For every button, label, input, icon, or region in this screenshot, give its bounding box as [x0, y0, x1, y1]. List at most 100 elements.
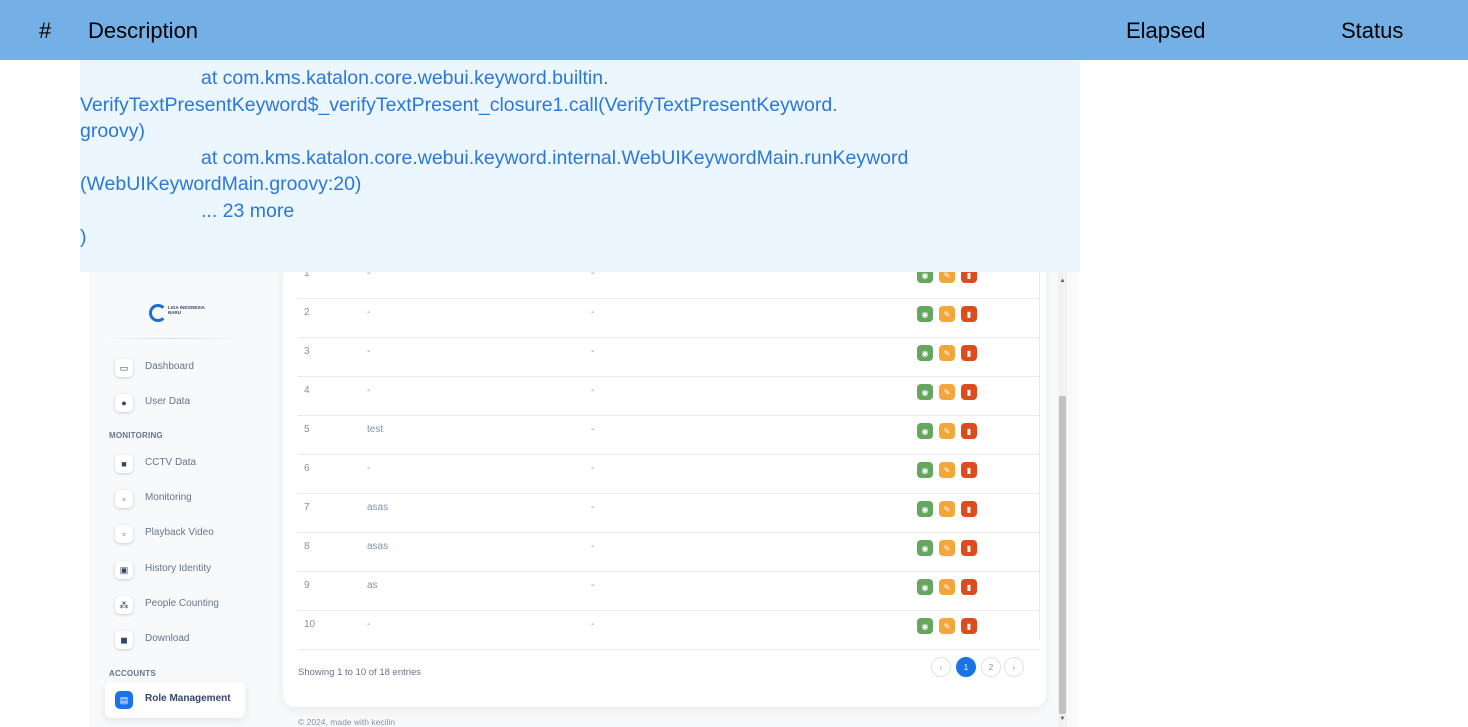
footer-text: © 2024, made with kecilin: [298, 717, 395, 727]
id-card-icon: ▣: [115, 561, 133, 579]
sidebar-item-label: Dashboard: [145, 361, 194, 372]
edit-button[interactable]: ✎: [939, 579, 955, 595]
role-table-card: 1 - - ◉ ✎ ▮ 2 - - ◉ ✎ ▮ 3 - - ◉ ✎ ▮ 4 - …: [283, 270, 1046, 707]
row-description: -: [591, 346, 595, 357]
row-number: 10: [304, 619, 316, 630]
sidebar-item-download[interactable]: ◼ Download: [105, 622, 245, 658]
sidebar-item-monitoring[interactable]: ▫ Monitoring: [105, 481, 245, 517]
edit-button[interactable]: ✎: [939, 306, 955, 322]
row-description: -: [591, 463, 595, 474]
trace-line: ): [80, 226, 87, 248]
view-button[interactable]: ◉: [917, 423, 933, 439]
logo-text: LIGA INDONESIA BARU: [168, 305, 205, 315]
table-row: 3 - - ◉ ✎ ▮: [298, 338, 1040, 377]
row-number: 5: [304, 424, 310, 435]
delete-button[interactable]: ▮: [961, 462, 977, 478]
scroll-up-arrow-icon[interactable]: ▲: [1058, 278, 1067, 286]
view-button[interactable]: ◉: [917, 306, 933, 322]
page-1-button[interactable]: 1: [956, 657, 976, 677]
row-name: -: [367, 346, 371, 357]
view-button[interactable]: ◉: [917, 540, 933, 556]
table-row: 2 - - ◉ ✎ ▮: [298, 299, 1040, 338]
people-icon: ⁂: [115, 596, 133, 614]
table-row: 7 asas - ◉ ✎ ▮: [298, 494, 1040, 533]
scroll-down-arrow-icon[interactable]: ▼: [1058, 716, 1067, 724]
row-description: -: [591, 541, 595, 552]
view-button[interactable]: ◉: [917, 462, 933, 478]
trace-line: VerifyTextPresentKeyword$_verifyTextPres…: [80, 93, 838, 116]
delete-button[interactable]: ▮: [961, 618, 977, 634]
monitor-icon: ▭: [115, 359, 133, 377]
view-button[interactable]: ◉: [917, 345, 933, 361]
previous-page-button[interactable]: ‹: [931, 657, 951, 677]
liga-logo: LIGA INDONESIA BARU: [149, 302, 209, 326]
edit-button[interactable]: ✎: [939, 501, 955, 517]
table-border: [1039, 270, 1040, 640]
sidebar-item-role-management[interactable]: ▤ Role Management: [105, 682, 245, 718]
row-number: 7: [304, 502, 310, 513]
row-name: -: [367, 463, 371, 474]
column-description-header: Description: [88, 18, 199, 43]
trace-line: ... 23 more: [201, 199, 295, 222]
edit-button[interactable]: ✎: [939, 618, 955, 634]
view-button[interactable]: ◉: [917, 618, 933, 634]
trace-line: at com.kms.katalon.core.webui.keyword.in…: [201, 146, 909, 169]
sidebar-item-label: CCTV Data: [145, 457, 197, 468]
sidebar-item-label: History Identity: [145, 563, 212, 574]
sidebar-item-dashboard[interactable]: ▭ Dashboard: [105, 350, 245, 386]
table-row: 10 - - ◉ ✎ ▮: [298, 611, 1040, 650]
row-number: 2: [304, 307, 310, 318]
table-row: 5 test - ◉ ✎ ▮: [298, 416, 1040, 455]
delete-button[interactable]: ▮: [961, 306, 977, 322]
vertical-scrollbar[interactable]: ▲ ▼: [1058, 270, 1067, 727]
table-row: 4 - - ◉ ✎ ▮: [298, 377, 1040, 416]
table-row: 6 - - ◉ ✎ ▮: [298, 455, 1040, 494]
delete-button[interactable]: ▮: [961, 384, 977, 400]
page-2-button[interactable]: 2: [981, 657, 1001, 677]
delete-button[interactable]: ▮: [961, 423, 977, 439]
row-description: -: [591, 502, 595, 513]
stack-trace-tooltip: at com.kms.katalon.core.webui.keyword.bu…: [80, 60, 1080, 272]
view-button[interactable]: ◉: [917, 579, 933, 595]
row-description: -: [591, 385, 595, 396]
next-page-button[interactable]: ›: [1004, 657, 1024, 677]
row-name: as: [367, 580, 378, 591]
delete-button[interactable]: ▮: [961, 540, 977, 556]
sidebar-item-label: Playback Video: [145, 527, 214, 538]
view-button[interactable]: ◉: [917, 384, 933, 400]
edit-button[interactable]: ✎: [939, 462, 955, 478]
sidebar-item-history-identity[interactable]: ▣ History Identity: [105, 552, 245, 588]
row-name: -: [367, 619, 371, 630]
sidebar-divider: [101, 338, 241, 339]
screen-icon: ▫: [115, 490, 133, 508]
row-description: -: [591, 307, 595, 318]
delete-button[interactable]: ▮: [961, 501, 977, 517]
edit-button[interactable]: ✎: [939, 540, 955, 556]
edit-button[interactable]: ✎: [939, 384, 955, 400]
edit-button[interactable]: ✎: [939, 345, 955, 361]
sidebar-item-label: Download: [145, 633, 190, 644]
row-description: -: [591, 619, 595, 630]
table-row: 9 as - ◉ ✎ ▮: [298, 572, 1040, 611]
trace-line: at com.kms.katalon.core.webui.keyword.bu…: [201, 67, 609, 89]
column-status-header: Status: [1341, 18, 1404, 43]
row-number: 8: [304, 541, 310, 552]
sidebar-item-label: People Counting: [145, 598, 219, 609]
delete-button[interactable]: ▮: [961, 579, 977, 595]
sidebar-item-people-counting[interactable]: ⁂ People Counting: [105, 587, 245, 623]
sidebar-item-label: Monitoring: [145, 492, 192, 503]
scroll-thumb[interactable]: [1059, 396, 1066, 714]
row-number: 4: [304, 385, 310, 396]
edit-button[interactable]: ✎: [939, 423, 955, 439]
sidebar-item-label: User Data: [145, 396, 191, 407]
delete-button[interactable]: ▮: [961, 345, 977, 361]
sidebar-item-cctv-data[interactable]: ■ CCTV Data: [105, 446, 245, 482]
section-accounts: ACCOUNTS: [109, 669, 156, 678]
sidebar-item-user-data[interactable]: ● User Data: [105, 385, 245, 421]
table-row: 1 - - ◉ ✎ ▮: [298, 270, 1040, 299]
sidebar-item-playback-video[interactable]: ▫ Playback Video: [105, 516, 245, 552]
row-number: 3: [304, 346, 310, 357]
view-button[interactable]: ◉: [917, 501, 933, 517]
sidebar: LIGA INDONESIA BARU ▭ Dashboard ● User D…: [89, 270, 252, 727]
briefcase-icon: ◼: [115, 631, 133, 649]
